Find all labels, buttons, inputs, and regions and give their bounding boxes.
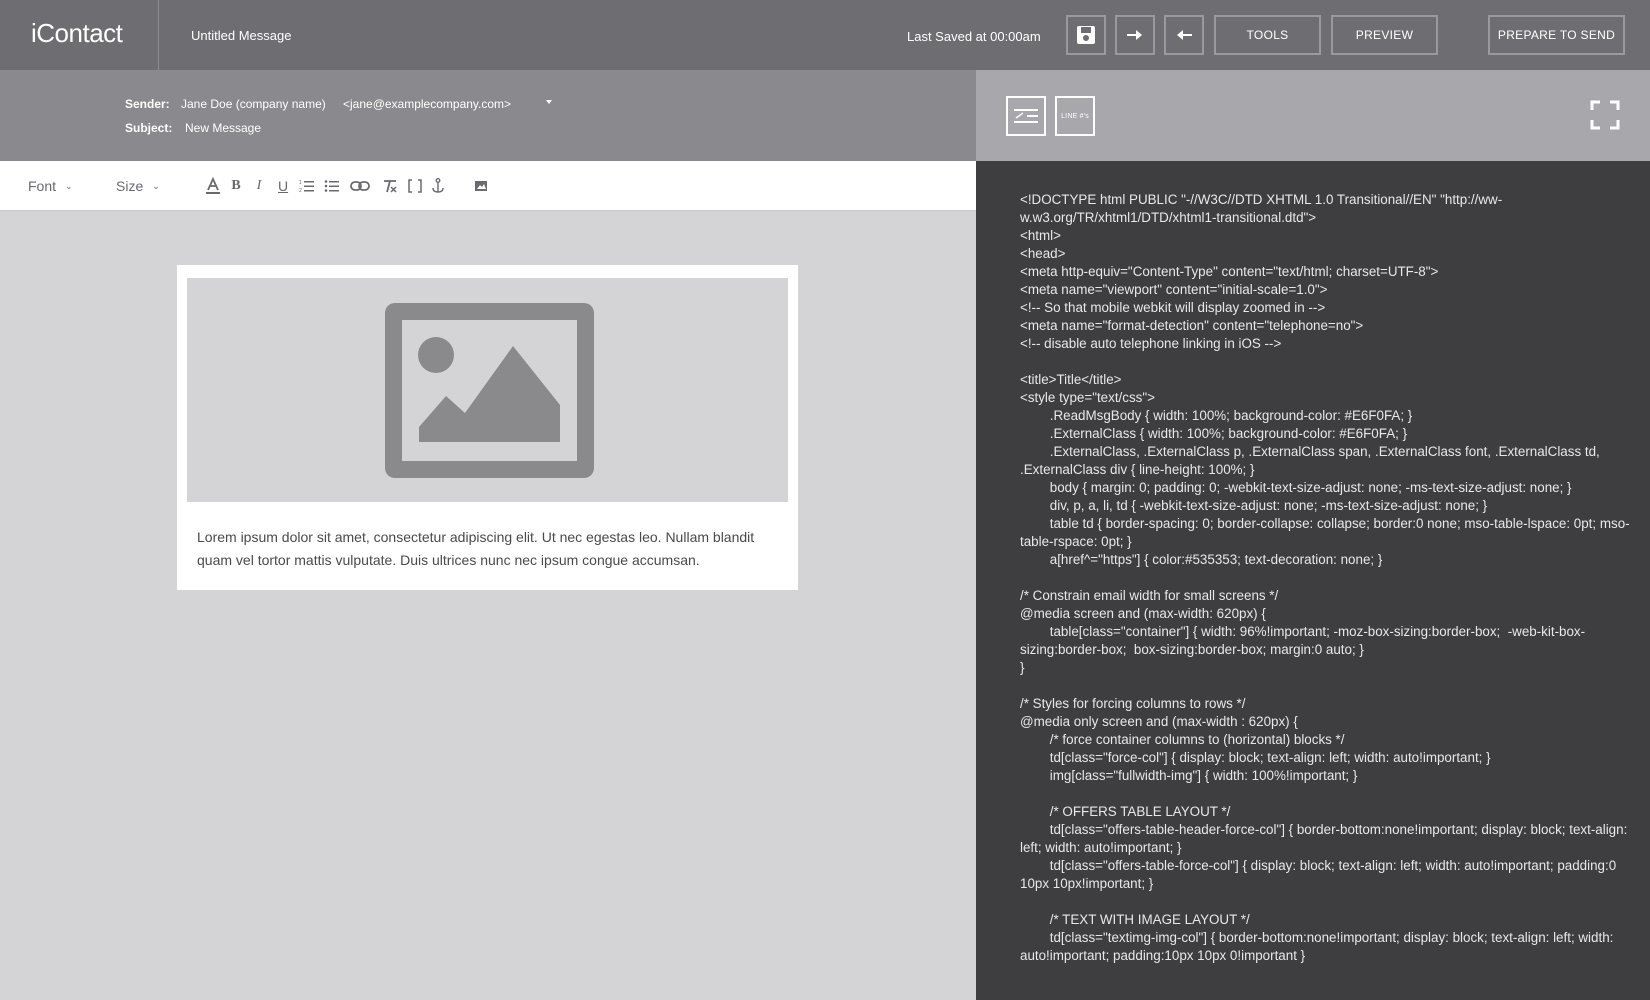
email-body-text[interactable]: Lorem ipsum dolor sit amet, consectetur … bbox=[197, 526, 777, 572]
subject-label: Subject: bbox=[125, 121, 173, 135]
save-icon bbox=[1077, 26, 1095, 44]
preview-button[interactable]: PREVIEW bbox=[1331, 15, 1438, 55]
message-title[interactable]: Untitled Message bbox=[191, 28, 291, 43]
undo-arrow-icon bbox=[1177, 30, 1192, 40]
svg-text:2: 2 bbox=[299, 188, 302, 193]
format-code-icon bbox=[1014, 109, 1038, 123]
format-toolbar: Font ⌄ Size ⌄ B I U 12 bbox=[0, 161, 976, 211]
email-canvas: Lorem ipsum dolor sit amet, consectetur … bbox=[0, 211, 976, 1000]
link-icon[interactable] bbox=[350, 175, 370, 197]
html-code-panel[interactable]: <!DOCTYPE html PUBLIC "-//W3C//DTD XHTML… bbox=[976, 161, 1650, 1000]
redo-arrow-icon bbox=[1127, 30, 1142, 40]
sender-dropdown-icon[interactable] bbox=[546, 100, 552, 104]
message-header: Sender: Jane Doe (company name) <jane@ex… bbox=[0, 70, 976, 161]
size-select[interactable]: Size ⌄ bbox=[116, 178, 160, 194]
undo-button[interactable] bbox=[1164, 15, 1204, 55]
font-select[interactable]: Font ⌄ bbox=[28, 178, 73, 194]
font-color-icon[interactable] bbox=[203, 175, 223, 197]
email-content-block[interactable]: Lorem ipsum dolor sit amet, consectetur … bbox=[177, 265, 798, 590]
underline-icon[interactable]: U bbox=[273, 175, 293, 197]
logo-divider bbox=[158, 0, 159, 70]
subject-field[interactable]: New Message bbox=[185, 121, 261, 135]
image-placeholder-icon bbox=[385, 303, 594, 478]
sender-name-field[interactable]: Jane Doe (company name) bbox=[181, 97, 326, 111]
code-panel-header: LINE #'s bbox=[976, 70, 1650, 161]
sender-label: Sender: bbox=[125, 97, 170, 111]
html-source-code[interactable]: <!DOCTYPE html PUBLIC "-//W3C//DTD XHTML… bbox=[1020, 191, 1632, 965]
save-button[interactable] bbox=[1066, 15, 1106, 55]
top-bar: iContact Untitled Message Last Saved at … bbox=[0, 0, 1650, 70]
brackets-icon[interactable] bbox=[405, 175, 425, 197]
line-numbers-button[interactable]: LINE #'s bbox=[1055, 96, 1095, 136]
prepare-to-send-button[interactable]: PREPARE TO SEND bbox=[1488, 15, 1625, 55]
last-saved-status: Last Saved at 00:00am bbox=[907, 29, 1041, 44]
image-icon[interactable] bbox=[471, 175, 491, 197]
icontact-logo: iContact bbox=[31, 18, 123, 48]
font-select-label: Font bbox=[28, 178, 57, 194]
size-select-label: Size bbox=[116, 178, 144, 194]
chevron-down-icon: ⌄ bbox=[65, 180, 73, 191]
italic-icon[interactable]: I bbox=[249, 175, 269, 197]
clear-format-icon[interactable] bbox=[380, 175, 400, 197]
tools-button[interactable]: TOOLS bbox=[1214, 15, 1321, 55]
format-code-button[interactable] bbox=[1006, 96, 1046, 136]
svg-text:1: 1 bbox=[299, 180, 302, 186]
fullscreen-icon[interactable] bbox=[1590, 100, 1620, 130]
unordered-list-icon[interactable] bbox=[322, 175, 342, 197]
redo-button[interactable] bbox=[1115, 15, 1155, 55]
anchor-icon[interactable] bbox=[428, 175, 448, 197]
image-placeholder[interactable] bbox=[187, 278, 788, 502]
bold-icon[interactable]: B bbox=[226, 175, 246, 197]
ordered-list-icon[interactable]: 12 bbox=[297, 175, 317, 197]
chevron-down-icon: ⌄ bbox=[152, 180, 160, 191]
sender-email-field[interactable]: <jane@examplecompany.com> bbox=[343, 97, 511, 111]
